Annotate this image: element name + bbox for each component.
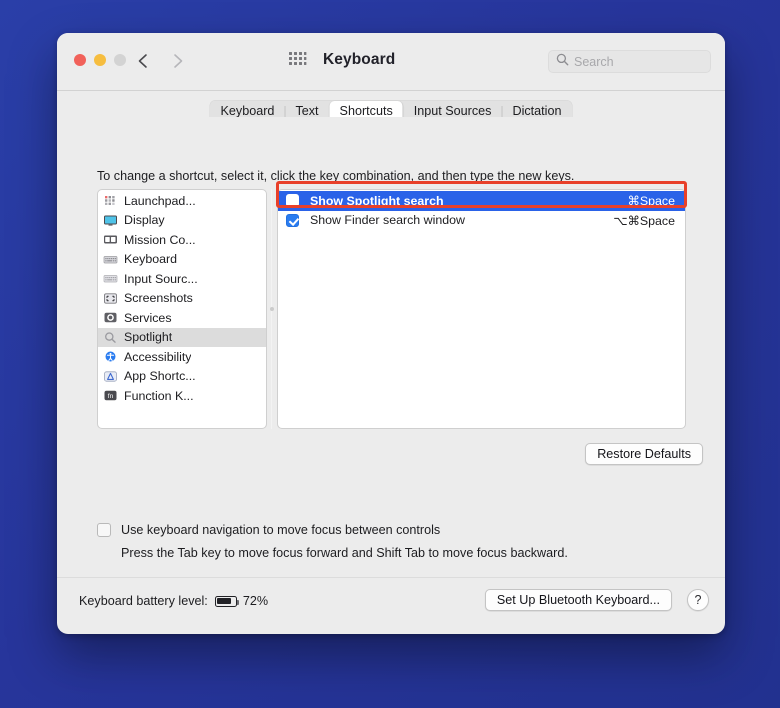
table-row[interactable]: Show Finder search window ⌥⌘Space (278, 211, 685, 231)
sidebar-item-mission-control[interactable]: Mission Co... (98, 230, 266, 250)
shortcut-enabled-checkbox[interactable] (286, 213, 299, 227)
services-gear-icon (103, 311, 118, 324)
shortcut-key-combination[interactable]: ⌘Space (627, 193, 675, 208)
sidebar-item-label: Keyboard (124, 252, 178, 267)
table-row[interactable]: Show Spotlight search ⌘Space (278, 191, 685, 211)
sidebar-item-spotlight[interactable]: Spotlight (98, 327, 266, 347)
sidebar-item-label: Spotlight (124, 330, 173, 345)
forward-icon (169, 51, 187, 71)
sidebar-item-label: Mission Co... (124, 232, 196, 247)
shortcut-item-list[interactable]: Show Spotlight search ⌘Space Show Finder… (277, 189, 686, 429)
sidebar-item-accessibility[interactable]: Accessibility (98, 347, 266, 367)
category-list[interactable]: Launchpad... Display Mission Co... Keybo… (97, 189, 267, 429)
mission-control-icon (103, 233, 118, 246)
keyboard-navigation-row[interactable]: Use keyboard navigation to move focus be… (97, 523, 440, 537)
window-titlebar: Keyboard (57, 33, 725, 91)
splitter-grip-icon[interactable] (270, 307, 274, 311)
restore-defaults-button[interactable]: Restore Defaults (585, 443, 703, 465)
search-field[interactable] (548, 50, 711, 73)
sidebar-item-label: Screenshots (124, 291, 193, 306)
battery-icon (214, 595, 239, 607)
navigation-buttons (134, 51, 187, 71)
sidebar-item-label: Launchpad... (124, 193, 196, 208)
battery-percent: 72% (242, 594, 269, 608)
sidebar-item-label: Input Sourc... (124, 271, 198, 286)
shortcut-name: Show Finder search window (310, 213, 465, 228)
sidebar-item-launchpad[interactable]: Launchpad... (98, 191, 266, 211)
keyboard-icon (103, 253, 118, 266)
launchpad-icon (103, 194, 118, 207)
sidebar-item-label: Accessibility (124, 349, 192, 364)
back-icon[interactable] (134, 51, 152, 71)
sidebar-item-app-shortcuts[interactable]: App Shortc... (98, 367, 266, 387)
battery-label: Keyboard battery level: (79, 594, 208, 608)
page-title: Keyboard (323, 51, 396, 68)
traffic-lights (74, 54, 126, 66)
list-splitter[interactable] (267, 189, 277, 429)
set-up-bluetooth-keyboard-button[interactable]: Set Up Bluetooth Keyboard... (484, 589, 672, 611)
sidebar-item-function-keys[interactable]: fn Function K... (98, 386, 266, 406)
search-icon (556, 53, 569, 71)
shortcut-enabled-checkbox[interactable] (286, 194, 299, 208)
zoom-button (114, 54, 126, 66)
shortcuts-panel: To change a shortcut, select it, click t… (79, 117, 703, 569)
app-shortcuts-icon (103, 370, 118, 383)
keyboard-battery-status: Keyboard battery level: 72% (79, 594, 268, 608)
accessibility-icon (103, 350, 118, 363)
keyboard-preferences-window: Keyboard Keyboard Text Shortcuts Input S… (57, 33, 725, 634)
window-bottom-bar: Keyboard battery level: 72% Set Up Bluet… (57, 577, 725, 634)
shortcut-lists: Launchpad... Display Mission Co... Keybo… (97, 189, 686, 429)
sidebar-item-screenshots[interactable]: Screenshots (98, 289, 266, 309)
spotlight-magnifier-icon (103, 331, 118, 344)
sidebar-item-keyboard[interactable]: Keyboard (98, 250, 266, 270)
shortcut-name: Show Spotlight search (310, 193, 444, 208)
sidebar-item-label: App Shortc... (124, 369, 196, 384)
sidebar-item-label: Display (124, 213, 165, 228)
svg-text:fn: fn (108, 393, 114, 400)
keyboard-navigation-label: Use keyboard navigation to move focus be… (121, 523, 441, 537)
input-sources-icon (103, 272, 118, 285)
minimize-button[interactable] (94, 54, 106, 66)
restore-defaults-container: Restore Defaults (585, 443, 703, 465)
function-keys-fn-icon: fn (103, 389, 118, 402)
battery-fill (217, 597, 231, 605)
show-all-grid-icon[interactable] (288, 50, 307, 74)
search-input[interactable] (574, 54, 692, 69)
keyboard-navigation-checkbox[interactable] (97, 523, 111, 537)
instructions-text: To change a shortcut, select it, click t… (97, 169, 575, 183)
close-button[interactable] (74, 54, 86, 66)
screenshots-icon (103, 292, 118, 305)
sidebar-item-label: Function K... (124, 388, 194, 403)
sidebar-item-input-sources[interactable]: Input Sourc... (98, 269, 266, 289)
shortcut-key-combination[interactable]: ⌥⌘Space (613, 213, 675, 228)
battery-terminal (237, 599, 239, 605)
sidebar-item-label: Services (124, 310, 172, 325)
help-button[interactable]: ? (687, 589, 709, 611)
keyboard-navigation-hint: Press the Tab key to move focus forward … (121, 546, 568, 560)
sidebar-item-services[interactable]: Services (98, 308, 266, 328)
sidebar-item-display[interactable]: Display (98, 211, 266, 231)
display-icon (103, 214, 118, 227)
